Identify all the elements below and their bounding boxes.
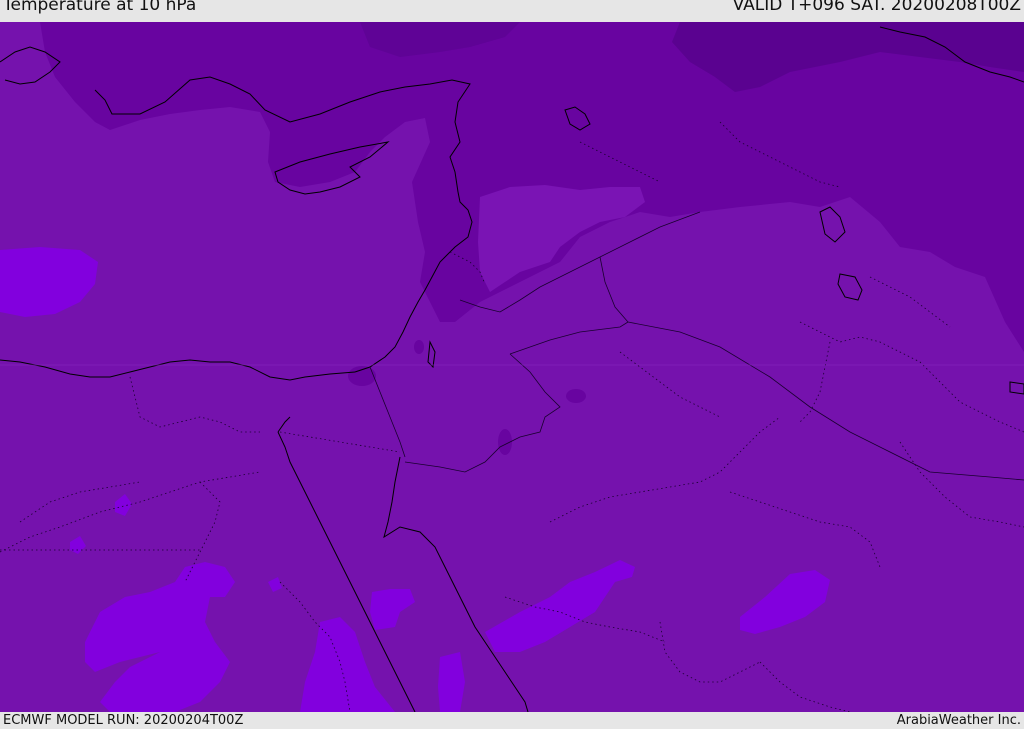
brand-label: ArabiaWeather Inc.	[896, 713, 1021, 728]
temperature-zone-warm-5	[438, 652, 465, 712]
weather-map[interactable]	[0, 22, 1024, 712]
temperature-spot-1	[566, 389, 586, 403]
footer-bar: ECMWF MODEL RUN: 20200204T00Z ArabiaWeat…	[0, 712, 1024, 729]
map-canvas	[0, 22, 1024, 712]
temperature-spot-3	[348, 366, 376, 386]
map-title: Temperature at 10 hPa	[3, 0, 197, 15]
model-run-label: ECMWF MODEL RUN: 20200204T00Z	[3, 713, 244, 728]
temperature-spot-4	[414, 340, 424, 354]
header-bar: Temperature at 10 hPa VALID T+096 SAT. 2…	[0, 0, 1024, 22]
valid-time-label: VALID T+096 SAT. 20200208T00Z	[732, 0, 1021, 15]
